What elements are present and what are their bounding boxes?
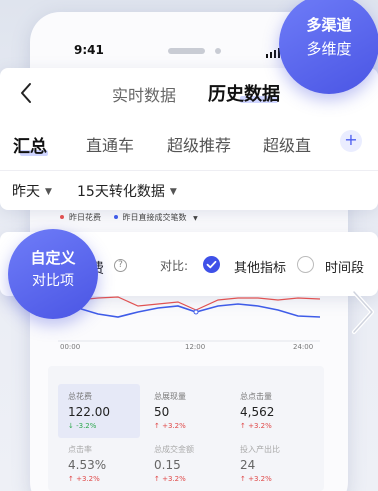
stat-total-spend[interactable]: 总花费 122.00 ↓ -3.2% xyxy=(58,384,140,438)
stat-label: 总展现量 xyxy=(154,392,186,401)
compare-label: 对比: xyxy=(160,259,189,273)
back-icon[interactable] xyxy=(16,80,38,106)
badge-line-1: 多渠道 xyxy=(306,16,352,34)
stat-value: 122.00 xyxy=(68,405,110,419)
stat-value: 0.15 xyxy=(154,458,181,472)
stat-total-clicks[interactable]: 总点击量 4,562 ↑ +3.2% xyxy=(240,391,322,430)
legend-dot-orders xyxy=(113,215,118,219)
legend-caret-icon[interactable]: ▼ xyxy=(193,215,198,222)
stat-change: ↑ +3.2% xyxy=(68,475,100,483)
info-icon[interactable]: ? xyxy=(114,259,127,272)
stat-label: 投入产出比 xyxy=(240,445,280,454)
stat-total-impressions[interactable]: 总展现量 50 ↑ +3.2% xyxy=(154,391,236,430)
stat-value: 4,562 xyxy=(240,405,275,419)
stat-ctr[interactable]: 点击率 4.53% ↑ +3.2% xyxy=(68,444,150,483)
stat-value: 50 xyxy=(154,405,170,419)
badge-line-2: 多维度 xyxy=(306,40,352,58)
status-time: 9:41 xyxy=(74,43,104,57)
date-filter-label: 昨天 xyxy=(12,184,40,200)
tab-history[interactable]: 历史数据 xyxy=(208,80,280,106)
subtab-super-direct[interactable]: 超级直 xyxy=(263,132,311,156)
stat-value: 4.53% xyxy=(68,458,107,472)
stat-label: 总点击量 xyxy=(240,392,272,401)
tab-realtime[interactable]: 实时数据 xyxy=(112,82,176,106)
legend-dot-spend xyxy=(60,215,64,219)
radio-time-period-icon[interactable] xyxy=(297,256,314,273)
add-tab-button[interactable]: + xyxy=(340,130,362,152)
caret-down-icon: ▼ xyxy=(169,187,177,197)
stat-label: 总花费 xyxy=(68,392,92,401)
stat-change: ↑ +3.2% xyxy=(154,422,186,430)
chevron-right-icon[interactable] xyxy=(348,286,378,338)
conversion-filter[interactable]: 15天转化数据 ▼ xyxy=(77,181,177,201)
stat-change: ↑ +3.2% xyxy=(154,475,186,483)
subtab-fade xyxy=(310,120,340,160)
option-other-metrics[interactable]: 其他指标 xyxy=(234,257,286,276)
subtab-super-recommend[interactable]: 超级推荐 xyxy=(167,132,231,156)
stat-roi[interactable]: 投入产出比 24 ↑ +3.2% xyxy=(240,444,322,483)
stat-change: ↓ -3.2% xyxy=(68,422,97,430)
stat-value: 24 xyxy=(240,458,256,472)
stat-label: 总成交金额 xyxy=(154,445,194,454)
stat-change: ↑ +3.2% xyxy=(240,475,272,483)
date-filter[interactable]: 昨天 ▼ xyxy=(12,181,52,201)
divider xyxy=(0,170,378,171)
stat-total-gmv[interactable]: 总成交金额 0.15 ↑ +3.2% xyxy=(154,444,236,483)
stats-card: 总花费 122.00 ↓ -3.2% 总展现量 50 ↑ +3.2% 总点击量 … xyxy=(48,366,324,491)
subtab-express[interactable]: 直通车 xyxy=(86,132,134,156)
dynamic-island-pill xyxy=(168,48,205,54)
x-tick-label: 24:00 xyxy=(293,343,314,351)
check-icon[interactable] xyxy=(203,256,220,273)
badge-line-1: 自定义 xyxy=(30,249,76,267)
stat-change: ↑ +3.2% xyxy=(240,422,272,430)
x-tick-label: 00:00 xyxy=(60,343,81,351)
chart-legend: 昨日花费 昨日直接成交笔数 ▼ xyxy=(60,212,198,223)
x-tick-label: 12:00 xyxy=(185,343,206,351)
badge-multi-channel: 多渠道 多维度 xyxy=(279,0,378,94)
badge-line-2: 对比项 xyxy=(32,273,74,289)
caret-down-icon: ▼ xyxy=(45,187,52,197)
series-orders-line xyxy=(58,303,320,318)
legend-label-spend: 昨日花费 xyxy=(69,213,101,222)
series-orders-marker[interactable] xyxy=(193,309,199,315)
signal-icon xyxy=(266,48,280,58)
series-spend-line xyxy=(58,296,320,311)
subtab-summary[interactable]: 汇总 xyxy=(13,132,47,157)
legend-label-orders: 昨日直接成交笔数 xyxy=(122,213,187,222)
conversion-filter-label: 15天转化数据 xyxy=(77,184,165,200)
camera-dot xyxy=(215,48,221,54)
badge-custom-compare: 自定义 对比项 xyxy=(8,229,98,319)
stat-label: 点击率 xyxy=(68,445,92,454)
option-time-period[interactable]: 时间段 xyxy=(325,257,364,276)
